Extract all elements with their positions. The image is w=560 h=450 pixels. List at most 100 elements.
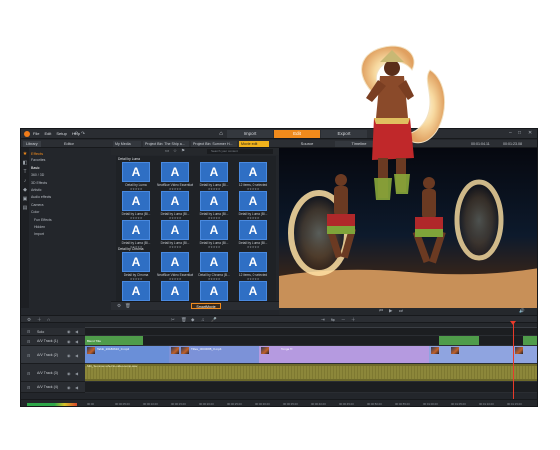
effect-tile[interactable]: ADetail by Chroma (B...★★★★★ xyxy=(196,252,232,282)
next-frame-icon[interactable]: ⏭ xyxy=(399,308,403,313)
home-icon[interactable]: ⌂ xyxy=(216,130,226,138)
minimize-icon[interactable]: – xyxy=(509,130,512,136)
close-icon[interactable]: ✕ xyxy=(528,130,532,136)
redo-icon[interactable]: ↷ xyxy=(80,131,86,137)
tab-source[interactable]: Source xyxy=(283,141,331,147)
eye-icon[interactable]: ◉ xyxy=(67,329,71,334)
effect-tile[interactable]: A Detail by Luma (Bl... ★★★★★ xyxy=(235,220,271,250)
tab-project-bin-2[interactable]: Project Bin: Summer H... xyxy=(191,141,237,147)
effect-tile[interactable]: A Detail by Luma (Bl... ★★★★★ xyxy=(118,191,154,221)
audio-clip[interactable]: MR_Summer-Life-No-video-temp.wav xyxy=(85,364,537,381)
tree-item[interactable]: Effects xyxy=(31,150,109,157)
templates-icon[interactable]: ▤ xyxy=(22,205,28,211)
speaker-icon[interactable]: ◀ xyxy=(75,339,78,344)
effect-tile[interactable]: A Detail by Luma (Bl... ★★★★★ xyxy=(196,220,232,250)
star-icon[interactable]: ☆ xyxy=(173,148,177,154)
tree-item[interactable]: Hidden xyxy=(31,224,109,231)
speaker-icon[interactable]: ◀ xyxy=(75,353,78,358)
magnet-icon[interactable]: ∩ xyxy=(47,317,50,322)
tab-edit[interactable]: Edit xyxy=(274,130,320,138)
eye-icon[interactable]: ◉ xyxy=(67,371,71,376)
tab-import[interactable]: Import xyxy=(227,130,273,138)
tree-item[interactable]: Fun Effects xyxy=(31,217,109,224)
menu-file[interactable]: File xyxy=(33,131,39,136)
lock-icon[interactable]: ⊟ xyxy=(27,353,30,358)
transitions-icon[interactable]: ◧ xyxy=(22,160,28,166)
effect-tile[interactable]: ANewBlue Video Essentials VII★★★★★ xyxy=(157,162,193,192)
eye-icon[interactable]: ◉ xyxy=(67,353,71,358)
tree-item[interactable]: Audio effects xyxy=(31,194,109,201)
effect-tile[interactable]: A 12 items, 0 selected ★★★★★ xyxy=(235,162,271,192)
track-lane-2[interactable]: Tahiti_20180610_0.mp4 Titles_0000088_0.m… xyxy=(85,346,537,364)
tab-library[interactable]: Library xyxy=(23,141,41,147)
title-clip[interactable]: Blend Title xyxy=(85,336,143,345)
tab-project-bin-1[interactable]: Project Bin: The Ship a... xyxy=(143,141,189,147)
eye-icon[interactable]: ◉ xyxy=(67,339,71,344)
folder-icon[interactable]: ▭ xyxy=(165,148,169,154)
graphics-icon[interactable]: ◆ xyxy=(22,187,28,193)
music-icon[interactable]: ♪ xyxy=(22,178,28,184)
effect-tile[interactable]: A Detail by Luma ★★★★★ xyxy=(118,162,154,192)
video-clip[interactable]: Titles_0000088_0.mp4 xyxy=(169,346,259,363)
tab-movie-edit[interactable]: Movie edit xyxy=(239,141,269,147)
previous-frame-icon[interactable]: ⏮ xyxy=(379,308,383,313)
video-clip[interactable]: Tahiti_20180610_0.mp4 xyxy=(85,346,169,363)
tree-item[interactable]: 3D Effects xyxy=(31,180,109,187)
effect-tile[interactable]: ANewBlue Video Essentials VII★★★★★ xyxy=(157,252,193,282)
preview-screen[interactable] xyxy=(279,148,537,308)
rating-stars[interactable]: ★★★★★ xyxy=(196,245,232,249)
search-input[interactable]: Search your content xyxy=(207,149,273,154)
lock-icon[interactable]: ⊟ xyxy=(27,339,30,344)
speaker-icon[interactable]: ◀ xyxy=(75,371,78,376)
undo-icon[interactable]: ↶ xyxy=(73,131,79,137)
tab-timeline-preview[interactable]: Timeline xyxy=(335,141,383,147)
tree-item[interactable]: Import xyxy=(31,231,109,238)
track-lane-1[interactable]: Blend Title xyxy=(85,336,537,346)
eye-icon[interactable]: ◉ xyxy=(67,385,71,390)
tree-item[interactable]: Color xyxy=(31,209,109,216)
video-clip[interactable]: Tonga Tr xyxy=(259,346,429,363)
video-clip[interactable] xyxy=(429,346,537,363)
effect-tile[interactable]: A Detail by Luma (Bl... ★★★★★ xyxy=(196,191,232,221)
tree-item[interactable]: Camera xyxy=(31,202,109,209)
tree-item[interactable]: Favorites xyxy=(31,157,109,164)
speaker-icon[interactable]: ◀ xyxy=(75,385,78,390)
tree-item[interactable]: Artistic xyxy=(31,187,109,194)
lock-icon[interactable]: ⊟ xyxy=(27,329,30,334)
menu-setup[interactable]: Setup xyxy=(56,131,66,136)
play-icon[interactable]: ▶ xyxy=(389,308,392,314)
settings-icon[interactable]: ⚙ xyxy=(117,303,121,309)
tab-my-media[interactable]: My Media xyxy=(113,141,141,147)
tree-item[interactable]: Basic xyxy=(31,165,109,172)
track-lane-3[interactable]: MR_Summer-Life-No-video-temp.wav xyxy=(85,364,537,382)
title-clip-3[interactable] xyxy=(523,336,537,345)
effect-tile[interactable]: A Detail by Luma (Bl... ★★★★★ xyxy=(157,220,193,250)
effect-tile[interactable]: A 12 items, 0 selected ★★★★★ xyxy=(235,252,271,282)
track-lane-4[interactable] xyxy=(85,382,537,393)
rating-stars[interactable]: ★★★★★ xyxy=(235,245,271,249)
titles-icon[interactable]: T xyxy=(22,169,28,175)
speaker-icon[interactable]: ◀ xyxy=(75,329,78,334)
effect-tile[interactable]: A Detail by Luma (Bl... ★★★★★ xyxy=(118,220,154,250)
rating-stars[interactable]: ★★★★★ xyxy=(157,245,193,249)
lock-icon[interactable]: ⊟ xyxy=(27,371,30,376)
effect-tile[interactable]: ADetail by Chroma★★★★★ xyxy=(118,252,154,282)
track-lane-solo[interactable] xyxy=(85,328,537,336)
tab-export[interactable]: Export xyxy=(321,130,367,138)
delete-icon[interactable]: 🗑 xyxy=(125,303,131,309)
volume-icon[interactable]: 🔊 xyxy=(519,308,525,314)
audio-mixer-icon[interactable]: ♫ xyxy=(201,317,204,322)
maximize-icon[interactable]: □ xyxy=(518,130,521,136)
effect-tile[interactable]: A Detail by Luma (Bl... ★★★★★ xyxy=(235,191,271,221)
effect-tile[interactable]: A Detail by Luma (Bl... ★★★★★ xyxy=(196,162,232,192)
folder-icon[interactable]: ▣ xyxy=(22,196,28,202)
effect-tile[interactable]: A Detail by Luma (Bl... ★★★★★ xyxy=(157,191,193,221)
menu-edit[interactable]: Edit xyxy=(44,131,51,136)
filter-icon[interactable]: ⚑ xyxy=(181,148,185,154)
lock-icon[interactable]: ⊟ xyxy=(27,385,30,390)
time-scale[interactable]: 00:00 00:00:05.00 00:00:10.00 00:00:15.00 00… xyxy=(85,401,537,406)
effects-icon[interactable]: ★ xyxy=(22,151,28,157)
title-clip-2[interactable] xyxy=(439,336,479,345)
smart-movie-button[interactable]: SmartMovie xyxy=(191,303,221,309)
playhead[interactable] xyxy=(513,323,514,406)
